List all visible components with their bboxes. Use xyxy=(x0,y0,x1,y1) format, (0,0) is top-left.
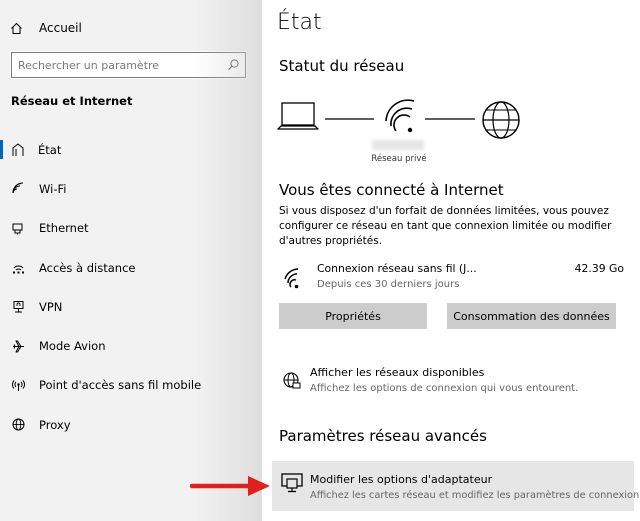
ethernet-icon xyxy=(12,223,23,235)
wifi-connection-icon xyxy=(284,268,299,289)
sidebar-item-label: État xyxy=(38,142,62,157)
internet-globe-icon xyxy=(482,101,520,139)
data-usage-button[interactable]: Consommation des données xyxy=(447,303,616,329)
home-status-icon xyxy=(12,143,24,156)
connection-data-used: 42.39 Go xyxy=(574,262,624,275)
sidebar-item-label: Accès à distance xyxy=(39,260,136,275)
network-status-heading: Statut du réseau xyxy=(279,57,405,75)
network-type: Réseau privé xyxy=(371,154,427,164)
adapter-monitor-icon xyxy=(281,473,303,493)
globe-icon xyxy=(12,418,25,431)
dialup-icon xyxy=(13,265,24,274)
sidebar-item-label: Proxy xyxy=(39,417,71,432)
main-content: État Statut du réseau Réseau privé Vous … xyxy=(262,0,640,521)
connection-name: Connexion réseau sans fil (J... xyxy=(317,262,477,275)
network-name-blurred xyxy=(372,140,424,150)
home-link[interactable]: Accueil xyxy=(10,17,82,39)
network-globe-icon xyxy=(283,372,301,389)
search-input[interactable] xyxy=(18,56,218,74)
advanced-heading: Paramètres réseau avancés xyxy=(279,427,487,445)
connected-description: Si vous disposez d'un forfait de données… xyxy=(279,205,612,247)
red-arrow-annotation xyxy=(190,476,270,496)
adapter-options-link[interactable]: Modifier les options d'adaptateur Affich… xyxy=(272,461,640,511)
pane-shadow xyxy=(195,0,263,521)
hotspot-icon xyxy=(12,380,25,391)
sidebar-item-label: Mode Avion xyxy=(39,339,106,354)
page-title: État xyxy=(277,10,322,35)
network-diagram xyxy=(277,99,520,139)
home-label: Accueil xyxy=(39,21,82,35)
properties-button[interactable]: Propriétés xyxy=(279,303,427,329)
connection-row: Connexion réseau sans fil (J... 42.39 Go… xyxy=(279,261,624,297)
airplane-icon xyxy=(13,340,24,353)
connected-heading: Vous êtes connecté à Internet xyxy=(279,181,504,199)
connection-period: Depuis ces 30 derniers jours xyxy=(317,279,460,290)
section-title: Réseau et Internet xyxy=(11,94,133,108)
adapter-options-title: Modifier les options d'adaptateur xyxy=(310,473,493,486)
show-networks-subtitle: Affichez les options de connexion qui vo… xyxy=(310,383,579,394)
laptop-icon xyxy=(277,102,319,130)
show-networks-title: Afficher les réseaux disponibles xyxy=(310,366,485,379)
sidebar-item-label: Wi-Fi xyxy=(39,181,67,196)
home-icon xyxy=(11,22,22,34)
sidebar-item-label: Point d'accès sans fil mobile xyxy=(39,378,202,393)
sidebar-item-label: VPN xyxy=(39,299,63,314)
wifi-signal-icon xyxy=(385,99,415,133)
wifi-icon xyxy=(12,182,24,194)
sidebar-item-label: Ethernet xyxy=(39,221,89,236)
adapter-options-subtitle: Affichez les cartes réseau et modifiez l… xyxy=(310,490,640,501)
show-networks-link[interactable]: Afficher les réseaux disponibles Affiche… xyxy=(279,366,629,400)
vpn-icon xyxy=(13,301,24,313)
